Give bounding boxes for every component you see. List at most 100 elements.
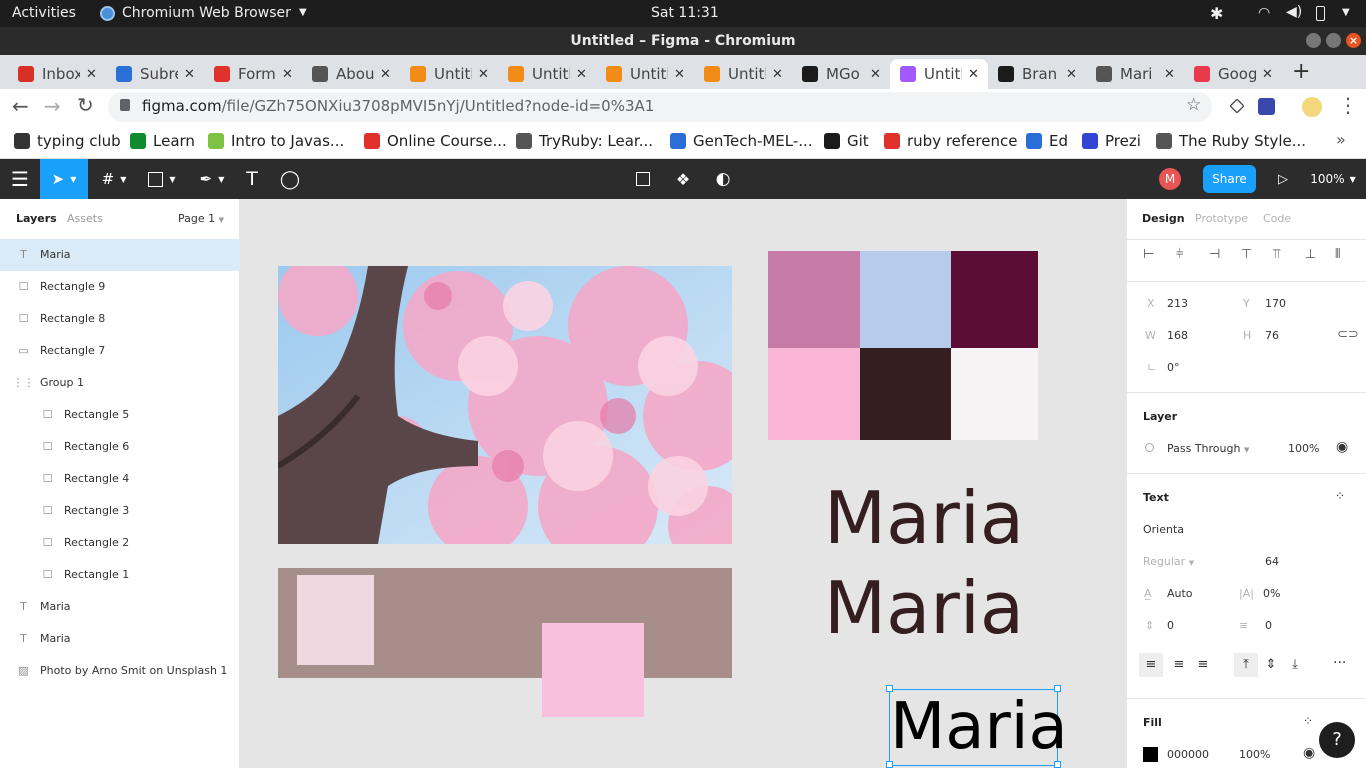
palette-swatch[interactable] (768, 251, 860, 348)
maria-selected-text[interactable]: Maria (890, 683, 1068, 768)
text-align-center-icon[interactable]: ≡ (1167, 653, 1191, 677)
forward-icon[interactable]: → (44, 94, 61, 118)
extension-pen-icon[interactable] (1229, 98, 1245, 114)
layer-row[interactable]: T Maria (0, 239, 240, 271)
maximize-button[interactable] (1326, 33, 1341, 48)
code-tab[interactable]: Code (1263, 212, 1291, 225)
x-input[interactable]: 213 (1167, 297, 1188, 310)
tab-close-icon[interactable]: ✕ (478, 67, 489, 82)
zoom-menu[interactable]: 100% ▼ (1308, 159, 1358, 199)
fill-hex-input[interactable]: 000000 (1167, 748, 1209, 761)
bookmark-item[interactable]: Ed (1026, 132, 1068, 150)
shape-tool-button[interactable]: ▼ (140, 159, 184, 199)
frame-tool-button[interactable]: # ▼ (92, 159, 136, 199)
rotation-input[interactable]: 0° (1167, 361, 1180, 374)
bookmarks-overflow-icon[interactable]: » (1336, 130, 1346, 149)
resize-handle-top-right[interactable] (1054, 685, 1061, 692)
more-text-options-icon[interactable]: ··· (1333, 655, 1346, 671)
bookmark-item[interactable]: Online Course... (364, 132, 507, 150)
component-button[interactable]: ❖ (668, 159, 698, 199)
tab-close-icon[interactable]: ✕ (772, 67, 783, 82)
w-input[interactable]: 168 (1167, 329, 1188, 342)
tab-close-icon[interactable]: ✕ (968, 67, 979, 82)
extension-book-icon[interactable] (1258, 98, 1275, 115)
text-align-right-icon[interactable]: ≡ (1191, 653, 1215, 677)
bookmark-item[interactable]: TryRuby: Lear... (516, 132, 653, 150)
maria-heading-2[interactable]: Maria (824, 560, 1024, 656)
browser-tab[interactable]: Mari ✕ (1086, 59, 1184, 89)
align-top-text-icon[interactable]: ⤒ (1234, 653, 1258, 677)
paragraph-indent-input[interactable]: 0 (1265, 619, 1272, 632)
browser-tab[interactable]: About ✕ (302, 59, 400, 89)
layer-row[interactable]: ☐ Rectangle 5 (0, 399, 240, 431)
fill-opacity-input[interactable]: 100% (1239, 748, 1270, 761)
volume-icon[interactable]: ◀) (1286, 4, 1302, 20)
layer-row[interactable]: ☐ Rectangle 2 (0, 527, 240, 559)
fill-styles-icon[interactable]: ⁘ (1303, 714, 1313, 728)
group-1-palette[interactable] (768, 251, 1038, 440)
assets-tab[interactable]: Assets (67, 212, 103, 225)
align-right-icon[interactable]: ⊣ (1209, 247, 1220, 262)
layer-row[interactable]: ▨ Photo by Arno Smit on Unsplash 1 (0, 655, 240, 687)
prototype-tab[interactable]: Prototype (1195, 212, 1248, 225)
layer-row[interactable]: ⋮⋮ Group 1 (0, 367, 240, 399)
fill-color-swatch[interactable] (1143, 747, 1158, 762)
app-menu[interactable]: Chromium Web Browser (122, 5, 291, 21)
bookmark-item[interactable]: The Ruby Style... (1156, 132, 1306, 150)
minimize-button[interactable] (1306, 33, 1321, 48)
text-styles-icon[interactable]: ⁘ (1335, 489, 1345, 503)
visibility-eye-icon[interactable]: ◉ (1336, 439, 1348, 455)
bookmark-item[interactable]: GenTech-MEL-... (670, 132, 813, 150)
photo-arno-smit[interactable] (278, 266, 732, 544)
layer-row[interactable]: ▭ Rectangle 7 (0, 335, 240, 367)
align-top-icon[interactable]: ⊤ (1241, 247, 1252, 262)
palette-swatch[interactable] (768, 348, 860, 440)
align-left-icon[interactable]: ⊢ (1143, 247, 1154, 262)
comment-tool-button[interactable]: ◯ (274, 159, 306, 199)
bookmark-item[interactable]: Learn (130, 132, 195, 150)
layer-row[interactable]: T Maria (0, 623, 240, 655)
close-window-button[interactable]: × (1346, 33, 1361, 48)
maria-heading-1[interactable]: Maria (824, 470, 1024, 566)
present-button[interactable]: ▷ (1270, 159, 1296, 199)
line-height-input[interactable]: Auto (1167, 587, 1193, 600)
layer-row[interactable]: ☐ Rectangle 1 (0, 559, 240, 591)
blend-mode-select[interactable]: Pass Through ▼ (1167, 442, 1249, 455)
text-align-left-icon[interactable]: ≡ (1139, 653, 1163, 677)
address-bar[interactable]: figma.com/file/GZh75ONXiu3708pMVI5nYj/Un… (108, 92, 1212, 122)
activities-button[interactable]: Activities (12, 5, 76, 21)
new-tab-button[interactable]: + (1292, 59, 1310, 84)
browser-tab[interactable]: Untitled ✕ (400, 59, 498, 89)
reload-icon[interactable]: ↻ (77, 93, 94, 117)
browser-tab[interactable]: Untitled ✕ (596, 59, 694, 89)
align-vertical-center-icon[interactable]: ⫪ (1273, 247, 1280, 262)
fill-visibility-eye-icon[interactable]: ◉ (1303, 745, 1315, 761)
tab-close-icon[interactable]: ✕ (1066, 67, 1077, 82)
bookmark-item[interactable]: ruby reference (884, 132, 1017, 150)
layer-row[interactable]: ☐ Rectangle 8 (0, 303, 240, 335)
browser-tab[interactable]: MGo ✕ (792, 59, 890, 89)
browser-menu-icon[interactable]: ⋮ (1338, 93, 1358, 117)
slack-icon[interactable]: ✱ (1210, 4, 1223, 23)
main-menu-icon[interactable]: ☰ (0, 159, 40, 199)
font-size-input[interactable]: 64 (1265, 555, 1279, 568)
layer-row[interactable]: ☐ Rectangle 6 (0, 431, 240, 463)
mask-button[interactable]: ◐ (708, 159, 738, 199)
align-horizontal-center-icon[interactable]: ⫩ (1176, 247, 1183, 262)
rectangle-8-swatch[interactable] (297, 575, 374, 665)
layer-opacity-input[interactable]: 100% (1288, 442, 1319, 455)
h-input[interactable]: 76 (1265, 329, 1279, 342)
layer-row[interactable]: ☐ Rectangle 9 (0, 271, 240, 303)
letter-spacing-input[interactable]: 0% (1263, 587, 1280, 600)
tab-close-icon[interactable]: ✕ (86, 67, 97, 82)
browser-tab[interactable]: Untitled ✕ (890, 59, 988, 89)
palette-swatch[interactable] (860, 348, 951, 440)
align-bottom-text-icon[interactable]: ⤓ (1283, 653, 1307, 677)
palette-swatch[interactable] (951, 251, 1038, 348)
tab-close-icon[interactable]: ✕ (184, 67, 195, 82)
align-bottom-icon[interactable]: ⊥ (1305, 247, 1316, 262)
browser-tab[interactable]: Inbox ✕ (8, 59, 106, 89)
resize-handle-top-left[interactable] (886, 685, 893, 692)
constrain-proportions-icon[interactable]: ⊂⊃ (1337, 327, 1359, 342)
text-tool-button[interactable]: T (236, 159, 268, 199)
